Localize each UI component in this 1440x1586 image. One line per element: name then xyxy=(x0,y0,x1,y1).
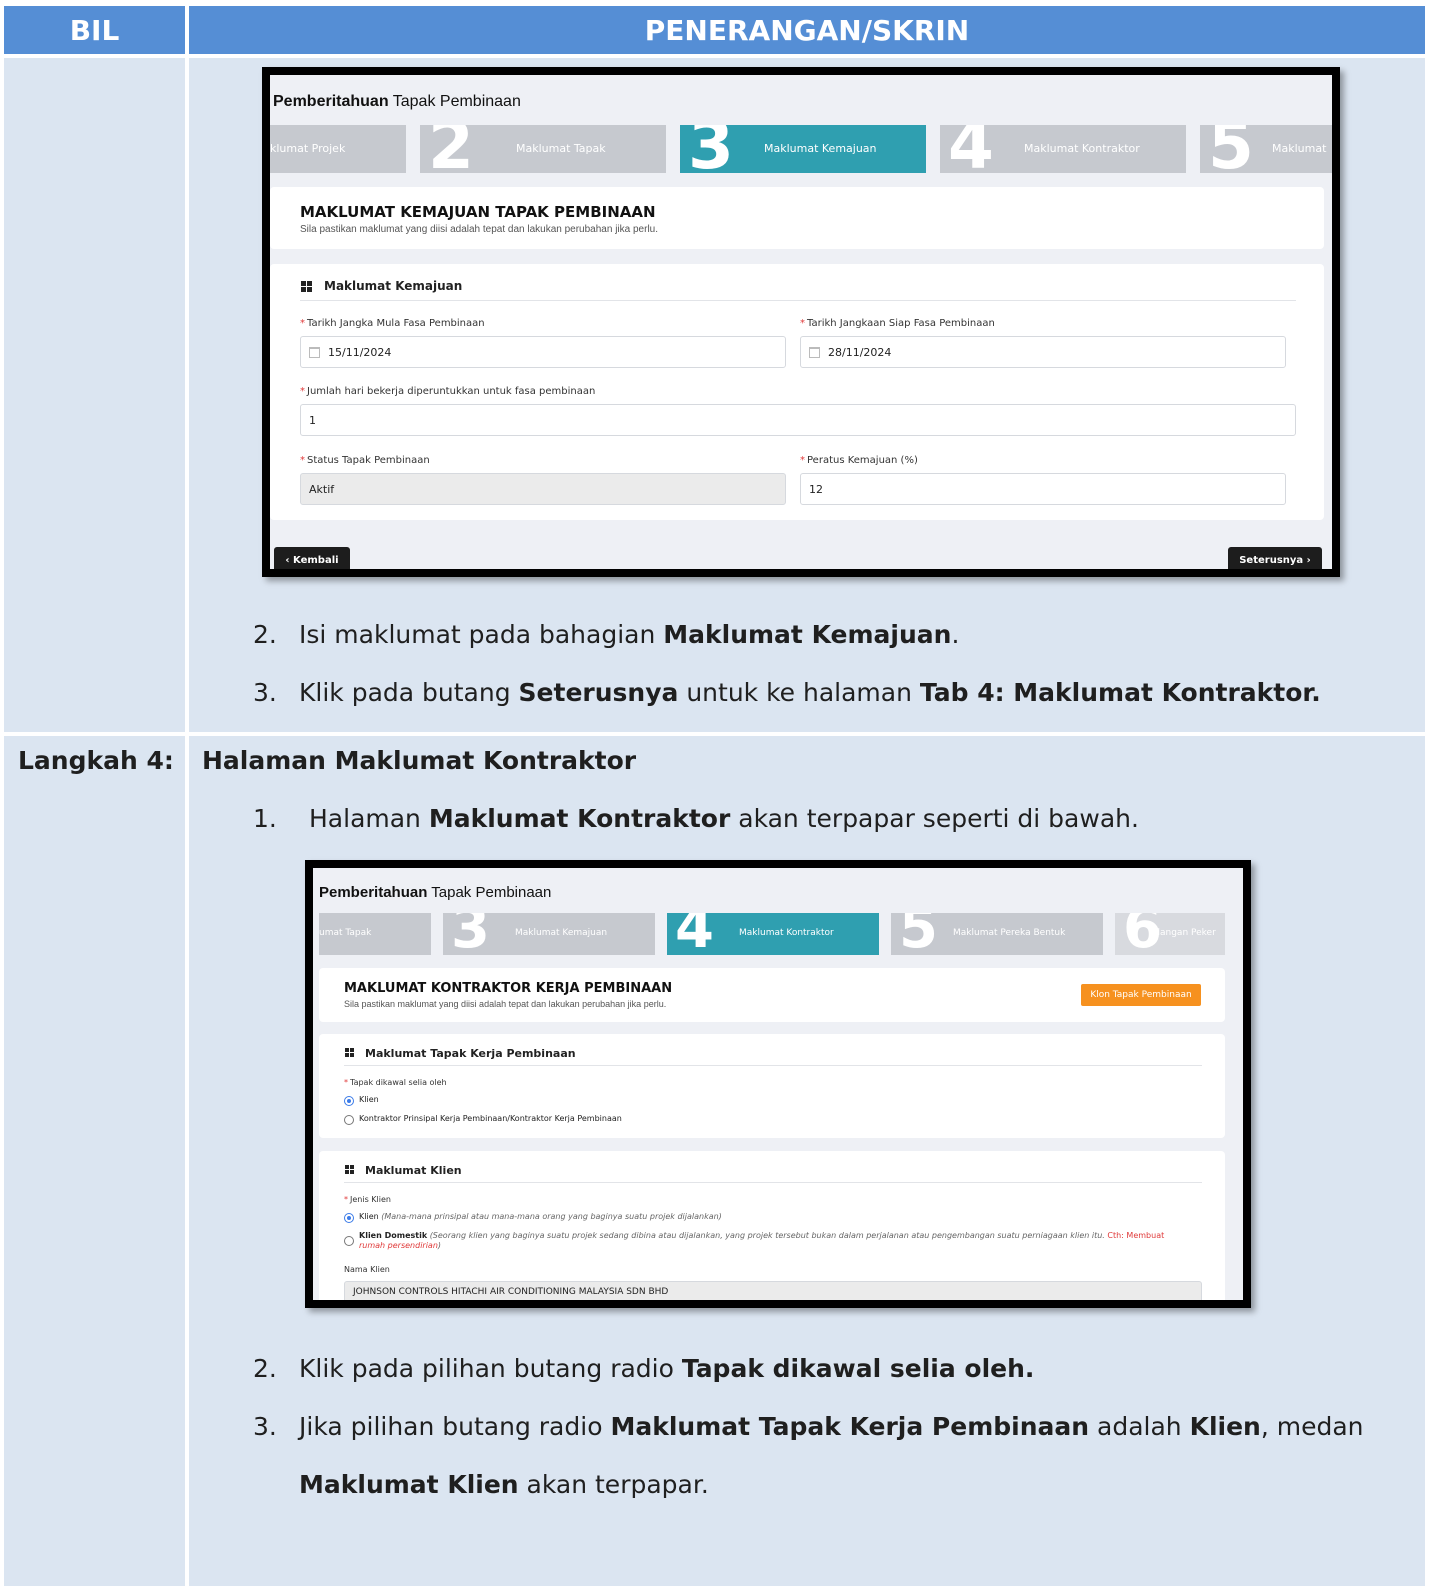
card-subtitle: Sila pastikan maklumat yang diisi adalah… xyxy=(344,999,667,1009)
instruction-2: 2. Klik pada pilihan butang radio Tapak d… xyxy=(253,1354,1035,1383)
step-4-active[interactable]: 4 Maklumat Kontraktor xyxy=(667,913,879,955)
end-date-field[interactable]: 28/11/2024 xyxy=(800,336,1286,368)
app-title: Pemberitahuan Tapak Pembinaan xyxy=(319,884,552,901)
start-date-field[interactable]: 15/11/2024 xyxy=(300,336,786,368)
step-3-active[interactable]: 3 Maklumat Kemajuan xyxy=(680,125,926,173)
supervised-contractor-radio[interactable]: Kontraktor Prinsipal Kerja Pembinaan/Kon… xyxy=(344,1114,622,1125)
status-label: * Status Tapak Pembinaan xyxy=(300,455,430,466)
clone-site-button[interactable]: Klon Tapak Pembinaan xyxy=(1081,984,1201,1006)
row1-content-cell: Pemberitahuan Tapak Pembinaan klumat Pro… xyxy=(189,58,1425,732)
section-title: Maklumat Tapak Kerja Pembinaan xyxy=(365,1047,576,1060)
next-button[interactable]: Seterusnya › xyxy=(1228,547,1322,569)
screenshot-kemajuan: Pemberitahuan Tapak Pembinaan klumat Pro… xyxy=(262,67,1340,577)
card-subtitle: Sila pastikan maklumat yang diisi adalah… xyxy=(300,224,659,235)
card-title: MAKLUMAT KONTRAKTOR KERJA PEMBINAAN xyxy=(344,981,673,996)
row1-bil-cell xyxy=(4,58,185,732)
end-date-label: * Tarikh Jangkaan Siap Fasa Pembinaan xyxy=(800,318,995,329)
working-days-label: * Jumlah hari bekerja diperuntukkan untuk… xyxy=(300,386,596,397)
section-title: Maklumat Kemajuan xyxy=(324,279,463,293)
status-field: Aktif xyxy=(300,473,786,505)
section-divider xyxy=(344,1065,1202,1066)
step-6[interactable]: 6 ilangan Peker xyxy=(1115,913,1225,955)
row2-bil-cell: Langkah 4: xyxy=(4,736,185,1586)
row2-content-cell: Halaman Maklumat Kontraktor 1. Halaman Ma… xyxy=(189,736,1425,1586)
instruction-3: 3. Klik pada butang Seterusnya untuk ke h… xyxy=(253,678,1321,707)
supervised-client-radio[interactable]: Klien xyxy=(344,1095,379,1106)
calendar-icon xyxy=(809,346,820,358)
domestic-client-radio[interactable]: Klien Domestik (Seorang klien yang bagin… xyxy=(344,1231,1164,1250)
step-3[interactable]: 3 Maklumat Kemajuan xyxy=(443,913,655,955)
supervised-label: * Tapak dikawal selia oleh xyxy=(344,1078,447,1087)
progress-label: * Peratus Kemajuan (%) xyxy=(800,455,918,466)
section-title: Maklumat Klien xyxy=(365,1164,462,1177)
instruction-1: 1. Halaman Maklumat Kontraktor akan terpa… xyxy=(253,804,1139,833)
step-2[interactable]: 2 Maklumat Tapak xyxy=(420,125,666,173)
step-4[interactable]: 4 Maklumat Kontraktor xyxy=(940,125,1186,173)
step-5[interactable]: 5 Maklumat xyxy=(1200,125,1332,173)
screenshot-kontraktor: Pemberitahuan Tapak Pembinaan umat Tapak… xyxy=(305,860,1251,1308)
grid-icon xyxy=(301,281,312,292)
step-label: Langkah 4: xyxy=(18,746,174,775)
client-radio[interactable]: Klien (Mana-mana prinsipal atau mana-man… xyxy=(344,1212,722,1223)
instruction-2: 2. Isi maklumat pada bahagian Maklumat Ke… xyxy=(253,620,960,649)
app-title: Pemberitahuan Tapak Pembinaan xyxy=(273,93,521,110)
header-card: MAKLUMAT KONTRAKTOR KERJA PEMBINAAN Sila… xyxy=(319,968,1225,1022)
client-info-card: Maklumat Klien * Jenis Klien Klien (Mana-… xyxy=(319,1151,1225,1300)
form-card: Maklumat Kemajuan * Tarikh Jangka Mula Fa… xyxy=(270,264,1324,520)
back-button[interactable]: ‹ Kembali xyxy=(274,547,350,569)
client-name-label: Nama Klien xyxy=(344,1265,390,1274)
section-divider xyxy=(344,1182,1202,1183)
step-5[interactable]: 5 Maklumat Pereka Bentuk xyxy=(891,913,1103,955)
site-supervision-card: Maklumat Tapak Kerja Pembinaan * Tapak di… xyxy=(319,1034,1225,1138)
header-penerangan: PENERANGAN/SKRIN xyxy=(189,6,1425,54)
client-type-label: * Jenis Klien xyxy=(344,1195,391,1204)
header-bil: BIL xyxy=(4,6,185,54)
start-date-label: * Tarikh Jangka Mula Fasa Pembinaan xyxy=(300,318,485,329)
progress-field[interactable]: 12 xyxy=(800,473,1286,505)
grid-icon xyxy=(345,1048,355,1058)
client-name-field: JOHNSON CONTROLS HITACHI AIR CONDITIONIN… xyxy=(344,1281,1202,1300)
card-title: MAKLUMAT KEMAJUAN TAPAK PEMBINAAN xyxy=(300,203,656,221)
calendar-icon xyxy=(309,346,320,358)
step-1[interactable]: klumat Projek xyxy=(270,125,406,173)
instruction-3-cont: Maklumat Klien akan terpapar. xyxy=(299,1470,709,1499)
step-2[interactable]: umat Tapak xyxy=(319,913,431,955)
working-days-field[interactable]: 1 xyxy=(300,404,1296,436)
grid-icon xyxy=(345,1165,355,1175)
instruction-3: 3. Jika pilihan butang radio Maklumat Tap… xyxy=(253,1412,1364,1441)
header-card: MAKLUMAT KEMAJUAN TAPAK PEMBINAAN Sila p… xyxy=(270,187,1324,249)
section-heading: Halaman Maklumat Kontraktor xyxy=(202,746,637,775)
section-divider xyxy=(300,300,1296,301)
